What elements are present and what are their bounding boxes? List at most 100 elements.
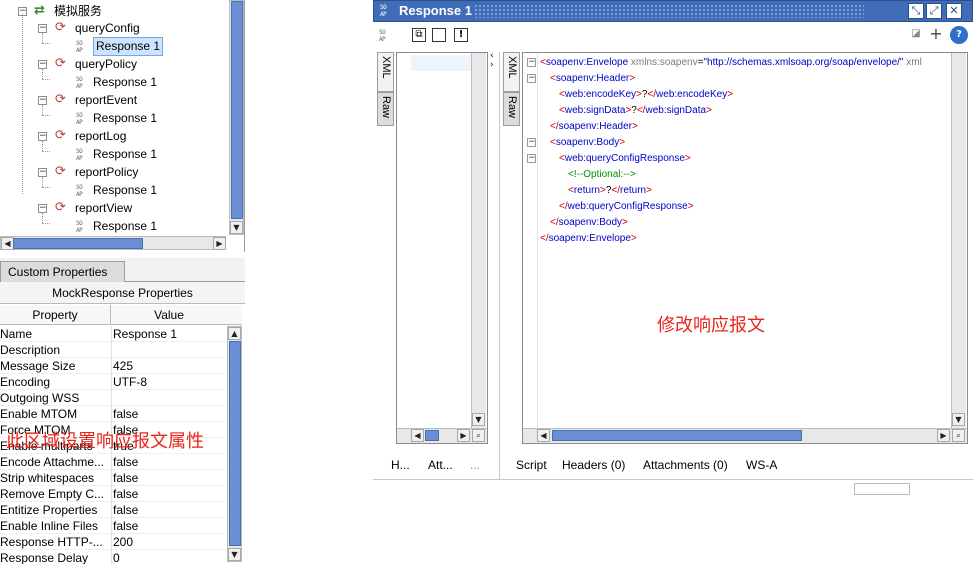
property-row[interactable]: Encoding UTF-8: [0, 374, 226, 390]
collapse-icon[interactable]: −: [38, 204, 47, 213]
xml-line[interactable]: <return>?</return>: [523, 183, 951, 199]
scroll-down-icon[interactable]: ▼: [228, 548, 241, 561]
xml-line[interactable]: − <soapenv:Body>: [523, 135, 951, 151]
xml-line[interactable]: − <web:queryConfigResponse>: [523, 151, 951, 167]
scroll-right-icon[interactable]: ▶: [213, 237, 226, 250]
left-pane-vertical-scrollbar[interactable]: ▼: [471, 53, 486, 428]
scroll-down-icon[interactable]: ▼: [230, 221, 243, 234]
tab-ws-a[interactable]: WS-A: [746, 456, 777, 474]
xml-line[interactable]: </soapenv:Envelope>: [523, 231, 951, 247]
tab-request-headers[interactable]: H...: [391, 456, 410, 474]
split-view-icon[interactable]: [432, 28, 446, 42]
tab-request-attachments[interactable]: Att...: [428, 456, 453, 474]
property-row[interactable]: Enable MTOM false: [0, 406, 226, 422]
property-value[interactable]: Response 1: [113, 326, 226, 342]
zoom-icon[interactable]: ⌕: [472, 429, 485, 442]
property-row[interactable]: Strip whitespaces false: [0, 470, 226, 486]
help-icon[interactable]: ?: [950, 26, 968, 44]
collapse-icon[interactable]: −: [38, 24, 47, 33]
scroll-right-icon[interactable]: ▶: [937, 429, 950, 442]
scroll-thumb[interactable]: [231, 1, 243, 219]
response-vertical-scrollbar[interactable]: ▼: [951, 53, 966, 428]
property-value[interactable]: 200: [113, 534, 226, 550]
collapse-icon[interactable]: −: [38, 96, 47, 105]
restore-icon[interactable]: ⤡: [908, 3, 924, 19]
property-row[interactable]: Encode Attachme... false: [0, 454, 226, 470]
property-row[interactable]: Description: [0, 342, 226, 358]
xml-line[interactable]: <!--Optional:-->: [523, 167, 951, 183]
xml-line[interactable]: </soapenv:Body>: [523, 215, 951, 231]
tab-raw-left[interactable]: Raw: [377, 92, 394, 126]
pane-splitter[interactable]: [499, 52, 500, 479]
property-value[interactable]: false: [113, 470, 226, 486]
property-row[interactable]: Entitize Properties false: [0, 502, 226, 518]
scroll-left-icon[interactable]: ◀: [537, 429, 550, 442]
property-value[interactable]: false: [113, 518, 226, 534]
properties-vertical-scrollbar[interactable]: ▲ ▼: [227, 326, 242, 562]
response-xml-editor[interactable]: − <soapenv:Envelope xmlns:soapenv="http:/…: [522, 52, 968, 444]
scroll-thumb[interactable]: [229, 341, 241, 546]
tab-xml-right[interactable]: XML: [503, 52, 520, 92]
xml-line[interactable]: − <soapenv:Envelope xmlns:soapenv="http:/…: [523, 55, 951, 71]
xml-line[interactable]: </web:queryConfigResponse>: [523, 199, 951, 215]
property-row[interactable]: Outgoing WSS: [0, 390, 226, 406]
fold-toggle-icon[interactable]: −: [527, 58, 536, 67]
add-icon[interactable]: +: [929, 26, 943, 42]
property-value[interactable]: false: [113, 486, 226, 502]
collapse-icon[interactable]: −: [38, 60, 47, 69]
scroll-left-icon[interactable]: ◀: [411, 429, 424, 442]
tab-xml-left[interactable]: XML: [377, 52, 394, 92]
xml-line[interactable]: </soapenv:Header>: [523, 119, 951, 135]
format-icon[interactable]: ⧉: [412, 28, 426, 42]
xml-line[interactable]: − <soapenv:Header>: [523, 71, 951, 87]
fold-toggle-icon[interactable]: −: [527, 154, 536, 163]
tree-vertical-scrollbar[interactable]: ▼: [229, 0, 244, 235]
property-value[interactable]: UTF-8: [113, 374, 226, 390]
property-row[interactable]: Remove Empty C... false: [0, 486, 226, 502]
tab-response-attachments[interactable]: Attachments (0): [643, 456, 728, 474]
splitter-arrows[interactable]: ‹ ›: [490, 52, 498, 72]
xml-token: >: [727, 89, 734, 100]
column-header-property[interactable]: Property: [0, 305, 111, 325]
run-icon[interactable]: SO AP: [379, 29, 393, 43]
options-icon[interactable]: ◪: [909, 28, 923, 42]
tree-horizontal-scrollbar[interactable]: ◀ ▶: [0, 236, 226, 250]
scroll-right-icon[interactable]: ▶: [457, 429, 470, 442]
property-row[interactable]: Name Response 1: [0, 326, 226, 342]
collapse-icon[interactable]: −: [38, 168, 47, 177]
scroll-down-icon[interactable]: ▼: [472, 413, 485, 426]
property-row[interactable]: Response Delay 0: [0, 550, 226, 564]
zoom-icon[interactable]: ⌕: [952, 429, 965, 442]
maximize-icon[interactable]: ⤢: [926, 3, 942, 19]
property-value[interactable]: false: [113, 502, 226, 518]
info-icon[interactable]: !: [454, 28, 468, 42]
xml-line[interactable]: <web:signData>?</web:signData>: [523, 103, 951, 119]
scroll-thumb[interactable]: [552, 430, 802, 441]
tab-custom-properties[interactable]: Custom Properties: [0, 261, 125, 282]
property-row[interactable]: Message Size 425: [0, 358, 226, 374]
column-header-value[interactable]: Value: [112, 305, 226, 325]
property-row[interactable]: Response HTTP-... 200: [0, 534, 226, 550]
scroll-up-icon[interactable]: ▲: [228, 327, 241, 340]
close-icon[interactable]: ✕: [946, 3, 962, 19]
scroll-thumb[interactable]: [425, 430, 439, 441]
left-pane-horizontal-scrollbar[interactable]: ◀ ▶ ⌕: [397, 428, 487, 443]
property-value[interactable]: false: [113, 454, 226, 470]
tree-label-operation: reportPolicy: [75, 165, 139, 179]
property-row[interactable]: Enable Inline Files false: [0, 518, 226, 534]
property-value[interactable]: 425: [113, 358, 226, 374]
tab-raw-right[interactable]: Raw: [503, 92, 520, 126]
scroll-thumb[interactable]: [13, 238, 143, 249]
property-value[interactable]: false: [113, 406, 226, 422]
tab-more[interactable]: ...: [470, 456, 480, 474]
xml-line[interactable]: <web:encodeKey>?</web:encodeKey>: [523, 87, 951, 103]
fold-toggle-icon[interactable]: −: [527, 138, 536, 147]
collapse-icon[interactable]: −: [38, 132, 47, 141]
status-progress-box: [854, 483, 910, 495]
tab-script[interactable]: Script: [516, 456, 547, 474]
fold-toggle-icon[interactable]: −: [527, 74, 536, 83]
tab-response-headers[interactable]: Headers (0): [562, 456, 625, 474]
property-value[interactable]: 0: [113, 550, 226, 564]
scroll-down-icon[interactable]: ▼: [952, 413, 965, 426]
response-horizontal-scrollbar[interactable]: ◀ ▶ ⌕: [523, 428, 967, 443]
